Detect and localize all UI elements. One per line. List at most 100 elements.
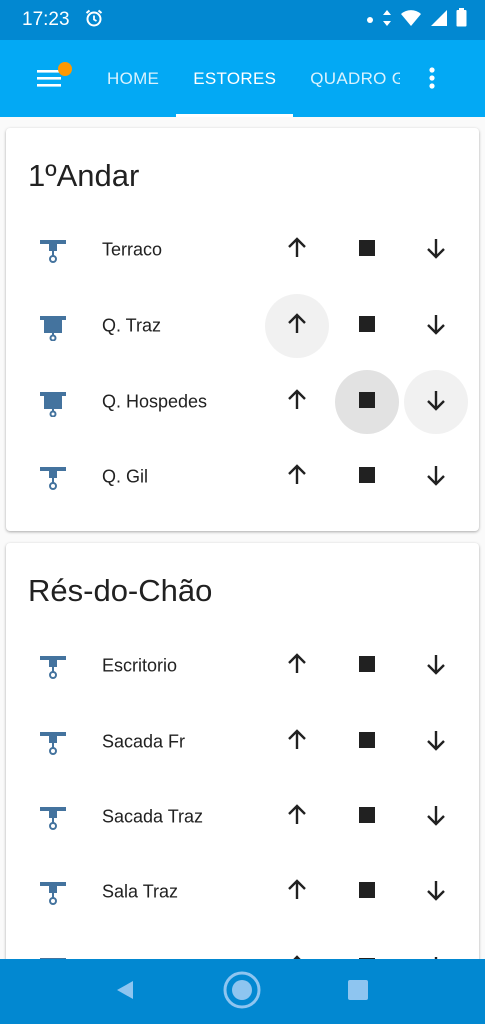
home-button[interactable] (219, 969, 265, 1015)
arrow-down-icon (424, 728, 448, 757)
cover-label: Q. Gil (102, 466, 149, 487)
window-shutter-icon (38, 462, 68, 492)
arrow-down-icon (424, 878, 448, 907)
back-icon (114, 979, 136, 1006)
close-cover-button[interactable] (404, 860, 468, 924)
back-button[interactable] (102, 969, 148, 1015)
notification-dot-icon (366, 11, 374, 29)
close-cover-button[interactable] (404, 785, 468, 849)
stop-icon (359, 731, 375, 753)
cover-label: Q. Hospedes (102, 391, 208, 412)
arrow-up-icon (285, 312, 309, 341)
battery-icon (456, 8, 467, 32)
stop-cover-button[interactable] (335, 785, 399, 849)
stop-icon (359, 391, 375, 413)
arrow-down-icon (424, 312, 448, 341)
arrow-up-icon (285, 652, 309, 681)
cover-label: Sala Traz (102, 881, 179, 902)
close-cover-button[interactable] (404, 218, 468, 282)
recents-button[interactable] (335, 969, 381, 1015)
arrow-down-icon (424, 236, 448, 265)
card-1-andar: 1ºAndar Terraco Q. Traz Q. Hospedes Q. G… (6, 128, 479, 531)
stop-icon (359, 881, 375, 903)
window-shutter-icon (38, 877, 68, 907)
overflow-menu-button[interactable] (412, 58, 452, 102)
tab-quadro[interactable]: QUADRO G (293, 40, 400, 117)
open-cover-button[interactable] (265, 370, 329, 434)
data-arrows-icon (382, 9, 392, 32)
signal-icon (430, 9, 448, 32)
menu-button[interactable] (28, 58, 72, 102)
alarm-icon (84, 8, 104, 33)
cover-row-sacada-fr: Sacada Fr (6, 704, 479, 780)
arrow-up-icon (285, 803, 309, 832)
main-content: 1ºAndar Terraco Q. Traz Q. Hospedes Q. G… (0, 117, 485, 959)
tab-home[interactable]: HOME (90, 40, 176, 117)
wifi-icon (400, 9, 422, 32)
status-bar: 17:23 (0, 0, 485, 40)
more-vert-icon (428, 66, 436, 95)
open-cover-button[interactable] (265, 218, 329, 282)
open-cover-button[interactable] (265, 710, 329, 774)
window-shutter-icon (38, 651, 68, 681)
open-cover-button[interactable] (265, 445, 329, 509)
cover-row-partial (6, 930, 479, 959)
open-cover-button[interactable] (265, 936, 329, 959)
open-cover-button[interactable] (265, 634, 329, 698)
arrow-up-icon (285, 236, 309, 265)
cover-label: Sacada Fr (102, 731, 186, 752)
card-title: 1ºAndar (28, 158, 140, 193)
tab-estores[interactable]: ESTORES (176, 40, 294, 117)
cover-label: Sacada Traz (102, 806, 204, 827)
stop-cover-button[interactable] (335, 936, 399, 959)
cover-row-q-gil: Q. Gil (6, 439, 479, 515)
window-shutter-icon (38, 727, 68, 757)
close-cover-button[interactable] (404, 294, 468, 358)
stop-cover-button[interactable] (335, 710, 399, 774)
stop-icon (359, 806, 375, 828)
stop-cover-button[interactable] (335, 445, 399, 509)
cover-label: Q. Traz (102, 315, 162, 336)
close-cover-button[interactable] (404, 370, 468, 434)
open-cover-button[interactable] (265, 785, 329, 849)
stop-icon (359, 315, 375, 337)
stop-cover-button[interactable] (335, 294, 399, 358)
close-cover-button[interactable] (404, 710, 468, 774)
app-toolbar: HOME ESTORES QUADRO G (0, 40, 485, 117)
stop-icon (359, 655, 375, 677)
recents-icon (347, 979, 369, 1006)
window-shutter-icon (38, 802, 68, 832)
arrow-up-icon (285, 878, 309, 907)
cover-row-sala-traz: Sala Traz (6, 854, 479, 930)
stop-icon (359, 466, 375, 488)
window-shutter-icon (38, 235, 68, 265)
notification-badge (58, 62, 72, 76)
open-cover-button[interactable] (265, 294, 329, 358)
system-nav-bar (0, 959, 485, 1024)
card-title: Rés-do-Chão (28, 573, 213, 608)
tab-bar: HOME ESTORES QUADRO G (90, 40, 400, 117)
stop-cover-button[interactable] (335, 370, 399, 434)
stop-icon (359, 239, 375, 261)
arrow-up-icon (285, 388, 309, 417)
cover-row-escritorio: Escritorio (6, 628, 479, 704)
status-icons (366, 8, 467, 32)
window-shutter-icon (38, 311, 68, 342)
arrow-down-icon (424, 463, 448, 492)
stop-cover-button[interactable] (335, 860, 399, 924)
close-cover-button[interactable] (404, 634, 468, 698)
arrow-down-icon (424, 652, 448, 681)
open-cover-button[interactable] (265, 860, 329, 924)
cover-label: Escritorio (102, 655, 178, 676)
cover-row-q-hospedes: Q. Hospedes (6, 364, 479, 440)
stop-cover-button[interactable] (335, 218, 399, 282)
arrow-down-icon (424, 803, 448, 832)
cover-row-q-traz: Q. Traz (6, 288, 479, 364)
close-cover-button[interactable] (404, 936, 468, 959)
cover-row-sacada-traz: Sacada Traz (6, 779, 479, 855)
card-res-do-chao: Rés-do-Chão Escritorio Sacada Fr Sacada … (6, 543, 479, 959)
cover-label: Terraco (102, 239, 163, 260)
close-cover-button[interactable] (404, 445, 468, 509)
arrow-up-icon (285, 463, 309, 492)
stop-cover-button[interactable] (335, 634, 399, 698)
